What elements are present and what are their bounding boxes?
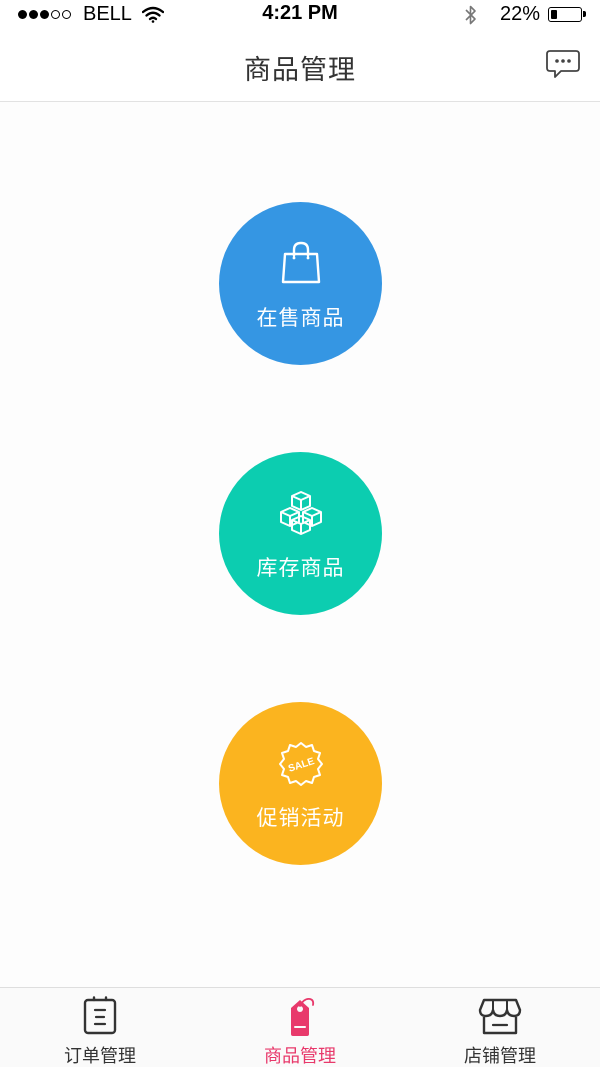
on-sale-products-label: 在售商品: [256, 306, 345, 330]
tab-orders-label: 订单管理: [64, 1046, 136, 1067]
inventory-products-button[interactable]: 库存商品: [219, 452, 382, 615]
bluetooth-icon: [465, 5, 476, 24]
inventory-products-label: 库存商品: [256, 556, 345, 580]
tab-store-label: 店铺管理: [464, 1046, 536, 1067]
sale-badge-icon: SALE: [278, 742, 323, 786]
storefront-icon: [478, 998, 522, 1035]
battery-icon: [548, 7, 586, 22]
status-right: 22%: [464, 3, 586, 26]
main-content: 在售商品 库存商品 SALE 促销活动: [0, 102, 600, 987]
on-sale-products-button[interactable]: 在售商品: [219, 202, 382, 365]
tab-orders[interactable]: 订单管理: [0, 988, 200, 1067]
stacked-boxes-icon: [279, 491, 322, 535]
status-bar: BELL 4:21 PM 22%: [0, 0, 600, 30]
navigation-bar: 商品管理: [0, 30, 600, 102]
tab-products-label: 商品管理: [264, 1046, 336, 1067]
tab-store[interactable]: 店铺管理: [400, 988, 600, 1067]
tab-bar: 订单管理 商品管理 店铺管理: [0, 987, 600, 1067]
battery-percent: 22%: [499, 3, 540, 25]
page-title: 商品管理: [244, 55, 356, 86]
order-clipboard-icon: [83, 996, 117, 1035]
price-tag-icon: [291, 997, 315, 1036]
shopping-bag-icon: [281, 241, 320, 284]
messages-button[interactable]: [544, 48, 582, 82]
promotions-button[interactable]: SALE 促销活动: [219, 702, 382, 865]
product-management-screen: BELL 4:21 PM 22% 商品管理 在售商品 库存商品 SALE 促销活…: [0, 0, 600, 1067]
chat-bubbles-icon: [546, 50, 580, 78]
battery-fill: [551, 10, 557, 19]
sale-badge-text: SALE: [287, 756, 316, 775]
promotions-label: 促销活动: [256, 806, 345, 830]
tab-products[interactable]: 商品管理: [200, 988, 400, 1067]
